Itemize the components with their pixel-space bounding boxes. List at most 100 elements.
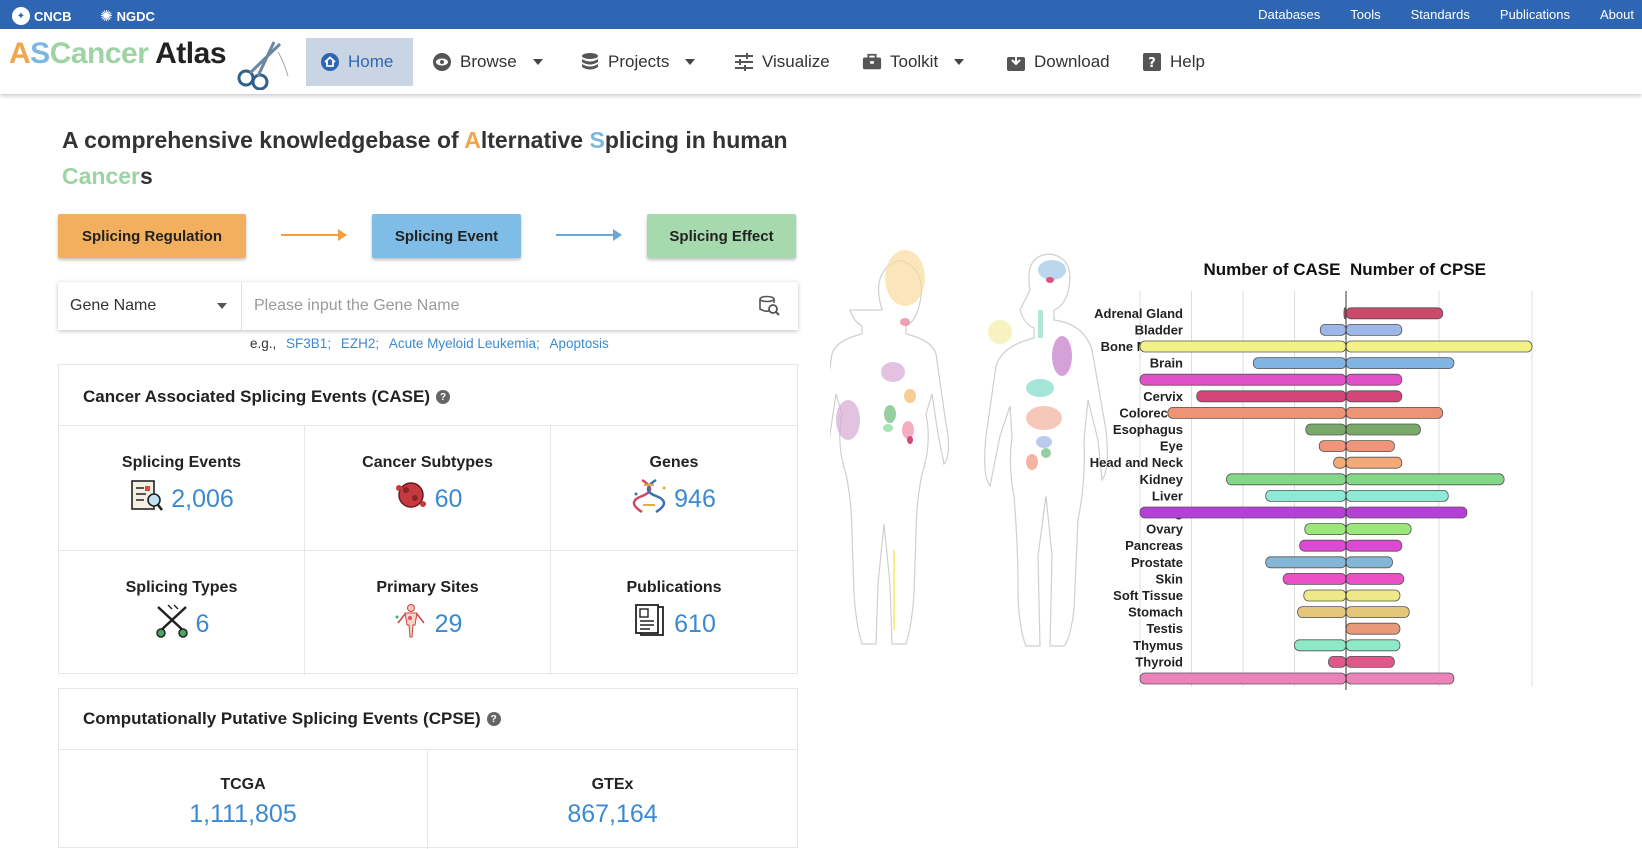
body-map-and-chart: Number of CASE Number of CPSE Adrenal Glan…	[830, 250, 1642, 836]
top-bar: ✦ CNCB ✺ NGDC Databases Tools Standards …	[0, 0, 1642, 29]
case-bar	[1139, 340, 1347, 353]
stat-value: 610	[674, 610, 716, 638]
case-bar	[1297, 606, 1347, 619]
splicing-regulation-button[interactable]: Splicing Regulation	[58, 214, 246, 258]
cpse-bar	[1345, 357, 1455, 369]
cpse-bar	[1345, 523, 1412, 536]
example-link[interactable]: EZH2;	[341, 336, 379, 351]
top-links: Databases Tools Standards Publications A…	[1258, 7, 1634, 22]
databases-link[interactable]: Databases	[1258, 7, 1320, 22]
stat-genes[interactable]: Genes 946	[551, 425, 797, 550]
nav-visualize-label: Visualize	[762, 52, 830, 71]
stat-label: Splicing Events	[121, 454, 242, 471]
chevron-down-icon	[685, 59, 696, 65]
example-link[interactable]: Apoptosis	[549, 336, 608, 351]
example-link[interactable]: Acute Myeloid Leukemia;	[389, 336, 540, 351]
logo-s: S	[30, 37, 50, 70]
cpse-bar	[1345, 556, 1393, 569]
example-link[interactable]: SF3B1;	[286, 336, 331, 351]
cpse-bar	[1345, 406, 1444, 419]
category-label: Bladder	[1135, 322, 1183, 337]
cpse-title: Computationally Putative Splicing Events…	[83, 709, 501, 729]
headline-part: plicing in human	[604, 127, 788, 153]
download-box-icon	[1006, 52, 1026, 72]
cpse-bar	[1345, 440, 1395, 453]
search-input[interactable]	[242, 282, 742, 330]
stat-value: 60	[434, 485, 463, 513]
nav-home[interactable]: Home	[306, 38, 413, 86]
category-label: Kidney	[1140, 472, 1184, 487]
publications-link[interactable]: Publications	[1500, 7, 1570, 22]
nav-download[interactable]: Download	[992, 38, 1124, 86]
splicing-event-button[interactable]: Splicing Event	[372, 214, 521, 258]
help-icon: ?	[1142, 52, 1162, 72]
headline-part: A comprehensive knowledgebase of	[62, 127, 465, 153]
stat-cancer-subtypes[interactable]: Cancer Subtypes 60	[305, 425, 551, 550]
case-bar	[1226, 473, 1347, 486]
nav-toolkit[interactable]: Toolkit	[848, 38, 978, 86]
category-label: Liver	[1152, 488, 1183, 503]
question-circle-icon[interactable]: ?	[486, 712, 501, 726]
nav-browse[interactable]: Browse	[418, 38, 557, 86]
question-circle-icon[interactable]: ?	[436, 390, 451, 404]
case-bar	[1294, 639, 1347, 652]
headline-part: lternative	[480, 127, 590, 153]
headline-letter-a: A	[464, 127, 481, 153]
headline-part: s	[139, 163, 153, 189]
ngdc-label: NGDC	[116, 8, 155, 24]
category-label: Thyroid	[1135, 654, 1183, 669]
examples-prefix: e.g.,	[250, 336, 277, 351]
case-bar	[1139, 506, 1347, 519]
logo-a: A	[9, 37, 31, 70]
splicing-effect-button[interactable]: Splicing Effect	[647, 214, 796, 258]
case-bar	[1265, 556, 1347, 569]
nav-visualize[interactable]: Visualize	[720, 38, 844, 86]
category-label: Brain	[1150, 356, 1183, 371]
stat-splicing-events[interactable]: Splicing Events 2,006	[59, 425, 305, 550]
category-label: Head and Neck	[1090, 455, 1184, 470]
case-bar	[1196, 390, 1347, 403]
search-type-value: Gene Name	[70, 297, 157, 314]
cncb-link[interactable]: ✦ CNCB	[12, 7, 72, 25]
cpse-bar	[1345, 324, 1403, 336]
toolbox-icon	[862, 52, 882, 72]
stat-gtex[interactable]: GTEx 867,164	[428, 749, 797, 849]
headline-letter-s: S	[589, 127, 605, 153]
case-bar	[1252, 357, 1347, 369]
eye-icon	[432, 52, 452, 72]
category-label: Prostate	[1131, 555, 1183, 570]
nav-projects[interactable]: Projects	[566, 38, 709, 86]
stat-tcga[interactable]: TCGA 1,111,805	[59, 749, 428, 849]
category-label: Soft Tissue	[1113, 588, 1183, 603]
stat-value: 946	[674, 485, 716, 513]
scissors-icon	[155, 604, 188, 638]
database-search-icon[interactable]	[758, 295, 780, 317]
ngdc-link[interactable]: ✺ NGDC	[100, 7, 155, 25]
tools-link[interactable]: Tools	[1350, 7, 1380, 22]
nav-help[interactable]: ? Help	[1128, 38, 1219, 86]
cpse-bar	[1345, 589, 1401, 602]
search-type-select[interactable]: Gene Name	[58, 282, 242, 330]
ascancer-atlas-logo[interactable]: ASCancer Atlas	[9, 37, 226, 71]
case-card: Cancer Associated Splicing Events (CASE)…	[58, 364, 798, 675]
about-link[interactable]: About	[1600, 7, 1634, 22]
cpse-bar	[1345, 473, 1505, 486]
stat-publications[interactable]: Publications 610	[551, 550, 797, 675]
nav-download-label: Download	[1034, 52, 1110, 71]
cpse-bar	[1345, 606, 1410, 619]
stat-splicing-types[interactable]: Splicing Types 6	[59, 550, 305, 675]
case-bar	[1139, 672, 1347, 685]
stat-value: 1,111,805	[189, 800, 297, 828]
stat-primary-sites[interactable]: Primary Sites 29	[305, 550, 551, 675]
search-bar: Gene Name	[58, 282, 798, 330]
cpse-bar	[1345, 572, 1405, 585]
stat-value: 6	[195, 610, 210, 638]
stat-label: Cancer Subtypes	[362, 454, 493, 471]
case-bar	[1299, 539, 1347, 552]
standards-link[interactable]: Standards	[1411, 7, 1470, 22]
home-icon	[320, 52, 340, 72]
category-label: Esophagus	[1113, 422, 1183, 437]
cpse-title-text: Computationally Putative Splicing Events…	[83, 709, 481, 728]
cpse-bar	[1345, 489, 1449, 502]
case-bar	[1305, 423, 1347, 436]
